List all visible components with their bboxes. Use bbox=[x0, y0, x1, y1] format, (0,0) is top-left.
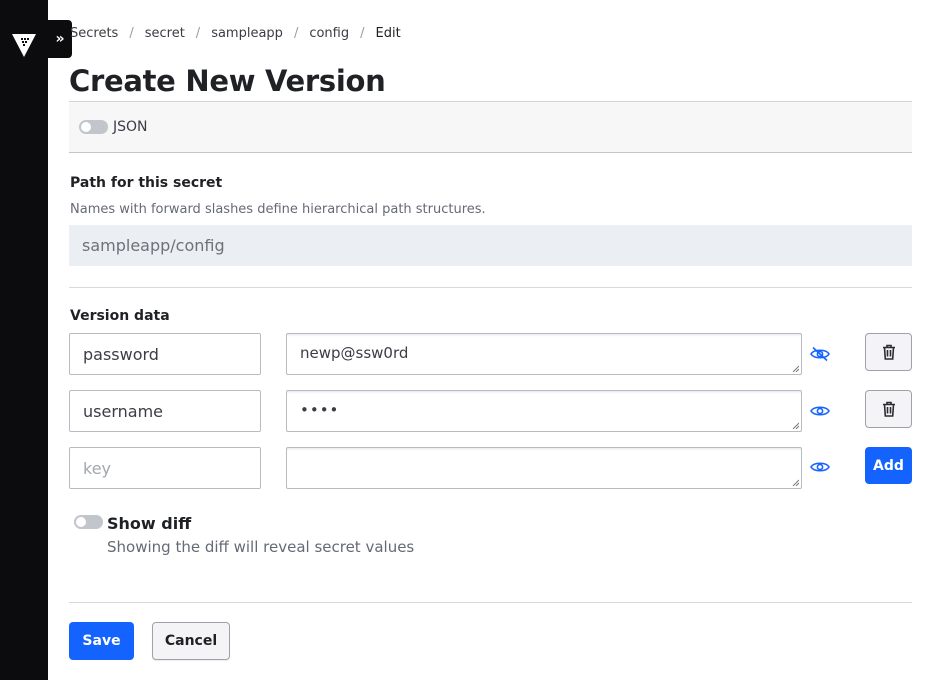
path-label: Path for this secret bbox=[70, 175, 223, 191]
secret-value-input[interactable]: newp@ssw0rd bbox=[286, 333, 802, 375]
new-value-input[interactable] bbox=[286, 447, 802, 489]
resize-handle-icon[interactable] bbox=[792, 365, 799, 372]
json-toggle-label: JSON bbox=[113, 119, 148, 135]
secret-value-text: newp@ssw0rd bbox=[300, 344, 409, 362]
version-data-label: Version data bbox=[70, 308, 170, 324]
json-toggle[interactable] bbox=[79, 120, 108, 134]
breadcrumb-config[interactable]: config bbox=[309, 26, 349, 41]
secret-key-input[interactable]: password bbox=[69, 333, 261, 375]
vault-logo-icon[interactable] bbox=[11, 32, 37, 58]
delete-row-button[interactable] bbox=[865, 390, 912, 428]
footer-divider bbox=[69, 602, 912, 603]
show-diff-toggle[interactable] bbox=[74, 515, 103, 529]
breadcrumb-sampleapp[interactable]: sampleapp bbox=[211, 26, 283, 41]
expand-sidebar-button[interactable]: » bbox=[48, 20, 72, 58]
delete-row-button[interactable] bbox=[865, 333, 912, 371]
breadcrumb: Secrets / secret / sampleapp / config / … bbox=[70, 24, 401, 42]
json-toolbar: JSON bbox=[69, 101, 912, 153]
resize-handle-icon[interactable] bbox=[792, 422, 799, 429]
save-button[interactable]: Save bbox=[69, 622, 134, 660]
page-title: Create New Version bbox=[69, 64, 386, 98]
eye-icon[interactable] bbox=[810, 459, 830, 475]
breadcrumb-separator: / bbox=[129, 25, 134, 41]
section-divider bbox=[69, 287, 912, 288]
eye-slash-icon[interactable] bbox=[810, 346, 830, 362]
breadcrumb-separator: / bbox=[195, 25, 201, 41]
path-input: sampleapp/config bbox=[69, 225, 912, 266]
breadcrumb-secret[interactable]: secret bbox=[145, 26, 185, 41]
breadcrumb-current: Edit bbox=[375, 25, 401, 41]
eye-icon[interactable] bbox=[810, 403, 830, 419]
show-diff-help-text: Showing the diff will reveal secret valu… bbox=[107, 538, 415, 556]
breadcrumb-separator: / bbox=[360, 25, 365, 41]
new-key-input[interactable]: key bbox=[69, 447, 261, 489]
add-row-button[interactable]: Add bbox=[865, 447, 912, 484]
trash-icon bbox=[882, 344, 895, 360]
path-help-text: Names with forward slashes define hierar… bbox=[70, 202, 486, 217]
breadcrumb-secrets[interactable]: Secrets bbox=[70, 26, 118, 41]
secret-value-input[interactable]: •••• bbox=[286, 390, 802, 432]
sidebar bbox=[0, 0, 48, 680]
show-diff-label: Show diff bbox=[107, 514, 192, 533]
breadcrumb-separator: / bbox=[293, 25, 299, 41]
masked-value-text: •••• bbox=[300, 401, 340, 419]
secret-key-input[interactable]: username bbox=[69, 390, 261, 432]
trash-icon bbox=[882, 401, 895, 417]
resize-handle-icon[interactable] bbox=[792, 479, 799, 486]
cancel-button[interactable]: Cancel bbox=[152, 622, 230, 660]
